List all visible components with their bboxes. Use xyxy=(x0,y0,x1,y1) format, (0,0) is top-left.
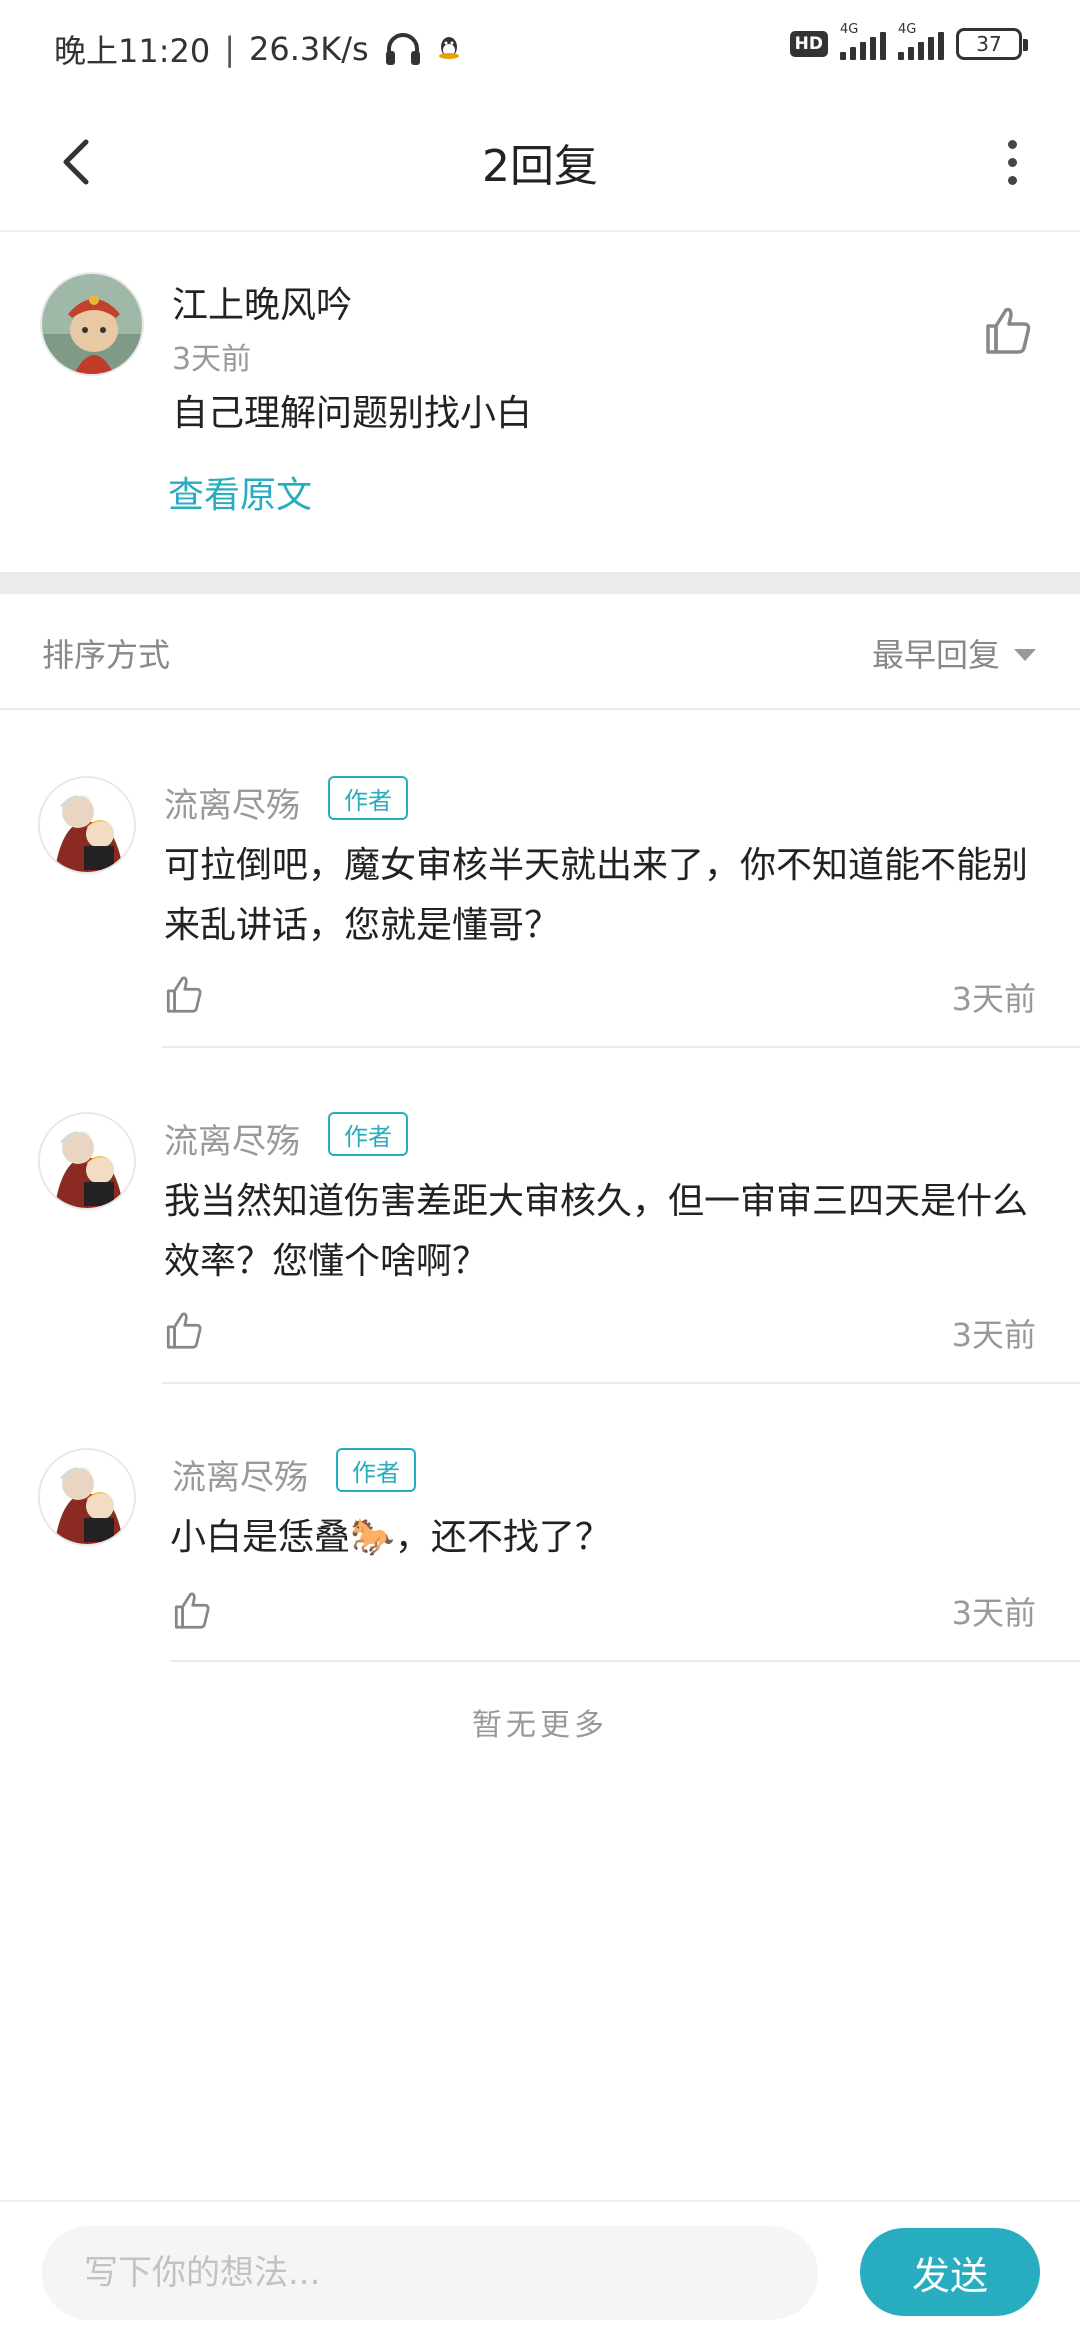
like-button[interactable] xyxy=(162,972,206,1016)
timestamp: 3天前 xyxy=(951,1316,1036,1354)
network-speed: 26.3K/s xyxy=(249,30,369,68)
comment-composer: 发送 xyxy=(0,2200,1080,2340)
divider xyxy=(162,1382,1080,1384)
avatar[interactable] xyxy=(40,272,144,376)
status-separator: | xyxy=(224,30,236,68)
signal-icon: 4G xyxy=(898,22,944,60)
hd-badge: HD xyxy=(789,31,828,57)
reply-item: 流离尽殇 作者 可拉倒吧，魔女审核半天就出来了，你不知道能不能别来乱讲话，您就是… xyxy=(0,776,1080,1048)
timestamp: 3天前 xyxy=(951,1594,1036,1632)
username[interactable]: 流离尽殇 xyxy=(164,778,300,827)
chevron-down-icon xyxy=(1014,649,1036,661)
comment-input[interactable] xyxy=(42,2226,818,2320)
username[interactable]: 流离尽殇 xyxy=(164,1114,300,1163)
sort-selected: 最早回复 xyxy=(871,636,1000,674)
thumbs-up-icon xyxy=(166,1312,202,1349)
like-button[interactable] xyxy=(980,302,1036,358)
page-title: 2回复 xyxy=(482,141,598,192)
sort-dropdown[interactable]: 最早回复 xyxy=(872,630,1036,676)
no-more-label: 暂无更多 xyxy=(472,1708,608,1743)
avatar[interactable] xyxy=(38,1112,136,1210)
top-nav: 2回复 xyxy=(0,92,1080,232)
view-original-link[interactable]: 查看原文 xyxy=(168,466,312,518)
reply-item: 流离尽殇 作者 小白是恁叠🐎，还不找了？ 3天前 xyxy=(0,1448,1080,1662)
avatar[interactable] xyxy=(38,1448,136,1546)
username[interactable]: 流离尽殇 xyxy=(172,1450,308,1499)
signal-icon: 4G xyxy=(840,22,886,60)
avatar[interactable] xyxy=(38,776,136,874)
like-button[interactable] xyxy=(162,1308,206,1352)
divider xyxy=(170,1660,1080,1662)
sort-label: 排序方式 xyxy=(42,636,171,674)
author-badge: 作者 xyxy=(328,776,408,820)
timestamp: 3天前 xyxy=(951,980,1036,1018)
thumbs-up-icon xyxy=(166,976,202,1013)
reply-content: 小白是恁叠🐎，还不找了？ xyxy=(170,1517,611,1558)
battery-level: 37 xyxy=(976,32,1002,56)
timestamp: 3天前 xyxy=(172,342,252,377)
sort-bar: 排序方式 最早回复 xyxy=(0,594,1080,710)
status-left: 晚上11:20 | 26.3K/s xyxy=(54,26,461,72)
username[interactable]: 江上晚风吟 xyxy=(172,276,352,328)
divider xyxy=(162,1046,1080,1048)
qq-icon xyxy=(437,36,461,62)
comment-content: 自己理解问题别找小白 xyxy=(172,393,533,434)
reply-content: 我当然知道伤害差距大审核久，但一审审三四天是什么效率？您懂个啥啊？ xyxy=(164,1181,1029,1282)
author-badge: 作者 xyxy=(336,1448,416,1492)
status-bar: 晚上11:20 | 26.3K/s HD 4G 4G 37 xyxy=(0,0,1080,92)
status-right: HD 4G 4G 37 xyxy=(789,22,1028,60)
reply-item: 流离尽殇 作者 我当然知道伤害差距大审核久，但一审审三四天是什么效率？您懂个啥啊… xyxy=(0,1112,1080,1384)
send-button[interactable]: 发送 xyxy=(860,2228,1040,2316)
more-options-button[interactable] xyxy=(972,122,1052,202)
headphone-icon xyxy=(383,31,423,67)
network-label-1: 4G xyxy=(840,22,859,37)
original-comment: 江上晚风吟 3天前 自己理解问题别找小白 查看原文 xyxy=(0,232,1080,572)
thumbs-up-icon xyxy=(986,307,1031,354)
status-time: 晚上11:20 xyxy=(54,32,211,70)
like-button[interactable] xyxy=(170,1588,214,1632)
reply-content: 可拉倒吧，魔女审核半天就出来了，你不知道能不能别来乱讲话，您就是懂哥？ xyxy=(164,845,1029,946)
more-dots-icon xyxy=(1007,139,1017,149)
thumbs-up-icon xyxy=(174,1592,210,1629)
author-badge: 作者 xyxy=(328,1112,408,1156)
section-divider xyxy=(0,572,1080,594)
battery-icon: 37 xyxy=(956,28,1028,60)
network-label-2: 4G xyxy=(898,22,917,37)
